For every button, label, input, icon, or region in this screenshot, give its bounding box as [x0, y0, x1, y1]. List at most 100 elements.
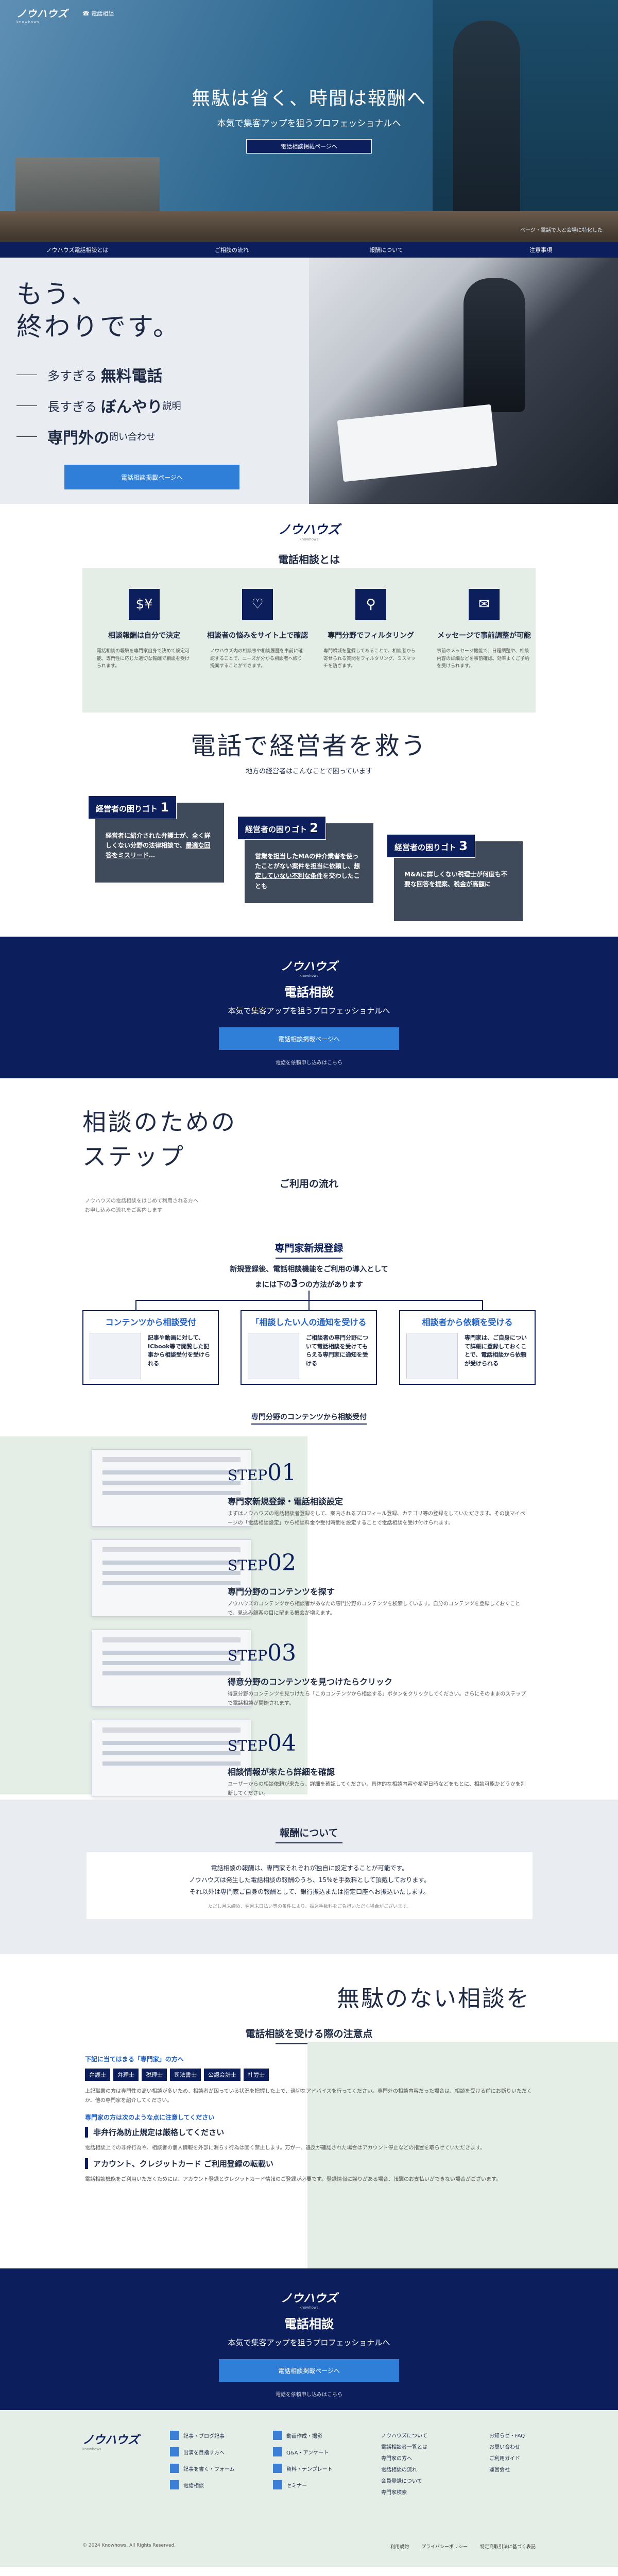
flow-intro-line1: ノウハウズの電話相談をはじめて利用される方へ	[85, 1198, 198, 1204]
footer-link[interactable]: 電話相談者一覧とは	[381, 2442, 427, 2453]
nav-item-caution[interactable]: 注意事項	[464, 242, 618, 258]
cta-section-2: ノウハウズ knowhows 電話相談 本気で集客アップを狙うプロフェッショナルへ…	[0, 2268, 618, 2410]
footer-category-link[interactable]: 記事を書く・フォーム	[170, 2464, 273, 2473]
no-more-item-1: 多すぎる 無料電話	[16, 363, 163, 386]
way-card-title: 「相談したい人の通知を受ける	[251, 1317, 367, 1327]
screenshot-row	[102, 1491, 241, 1495]
step-num: 03	[267, 1640, 297, 1666]
step-label: STEP	[228, 1647, 268, 1664]
category-label: セミナー	[286, 2483, 307, 2489]
no-more-item-3: 専門外の 問い合わせ	[16, 425, 156, 448]
way-card-text: ご相談者の専門分野について電話相談を受けてもらえる専門家に通知を受ける	[306, 1334, 368, 1367]
fee-section: 報酬について 電話相談の報酬は、専門家それぞれが独自に設定することが可能です。 …	[0, 1800, 618, 1954]
footer-link[interactable]: 電話相談の流れ	[381, 2465, 427, 2476]
caution-title: 無駄のない相談を	[337, 1986, 530, 2012]
footer-category-link[interactable]: 出演を目指す方へ	[170, 2447, 273, 2456]
cta-logo-sub: knowhows	[299, 974, 319, 978]
hero-cta-button[interactable]: 電話相談掲載ページへ	[246, 139, 372, 154]
footer-link[interactable]: 専門家の方へ	[381, 2453, 427, 2465]
cta-note-link[interactable]: 電話を依頼申し込みはこちら	[0, 2390, 618, 2398]
footer-category-link[interactable]: 動画作成・撮影	[273, 2431, 376, 2440]
fee-text-2: ノウハウズは発生した電話相談の報酬のうち、15%を手数料として頂戴しております。	[188, 1876, 431, 1884]
cta-button[interactable]: 電話相談掲載ページへ	[219, 2359, 399, 2382]
category-icon	[273, 2447, 282, 2456]
hero-tagline: 本気で集客アップを狙うプロフェッショナルへ	[217, 118, 401, 129]
caution-paragraph: 上記職業の方は専門性の高い相談が多いため、相談者が困っている状況を把握した上で、…	[85, 2089, 532, 2104]
no-more-section: もう、 終わりです。 多すぎる 無料電話 長すぎる ぼんやり 説明 専門外の 問い合わ…	[0, 258, 618, 504]
nav-item-about[interactable]: ノウハウズ電話相談とは	[0, 242, 154, 258]
footer-legal-link[interactable]: 特定商取引法に基づく表記	[480, 2543, 536, 2550]
no-more-item-em: 無料電話	[100, 367, 163, 385]
category-icon	[170, 2480, 179, 2489]
nav-item-flow[interactable]: ご相談の流れ	[154, 242, 309, 258]
footer-link[interactable]: お問い合わせ	[489, 2442, 525, 2453]
nav-item-fee[interactable]: 報酬について	[309, 242, 464, 258]
footer-category-link[interactable]: セミナー	[273, 2480, 376, 2489]
register-desc: 新規登録後、電話相談機能をご利用の導入として まには下の3つの方法があります	[0, 1264, 618, 1292]
footer-categories: 記事・ブログ記事 動画作成・撮影 出演を目指す方へ Q&A・アンケート 記事を書…	[170, 2431, 376, 2489]
no-more-title-line2: 終わりです。	[16, 311, 181, 342]
fee-box: 電話相談の報酬は、専門家それぞれが独自に設定することが可能です。 ノウハウズは発…	[87, 1852, 533, 1919]
about-card-title: 専門分野でフィルタリング	[328, 632, 414, 640]
about-card-check: ♡ 相談者の悩みをサイト上で確認 ノウハウズ内の相談事や相談履歴を事前に確認する…	[206, 568, 309, 707]
no-more-title-line1: もう、	[16, 279, 99, 309]
step-num: 01	[267, 1460, 297, 1486]
way-card-title: コンテンツから相談受付	[105, 1317, 196, 1327]
footer-link[interactable]: 運営会社	[489, 2465, 525, 2476]
pain-card-text: 経営者に紹介された弁護士が、全く詳しくない分野の法律相談で、最適な回答をミスリー…	[106, 831, 214, 861]
pain-subtitle: 地方の経営者はこんなことで困っています	[246, 768, 372, 775]
steps-title-line1: 相談のための	[82, 1108, 237, 1136]
footer-link[interactable]: 会員登録について	[381, 2476, 427, 2487]
screenshot-row	[102, 1481, 241, 1485]
step-desc: ユーザーからの相談依頼が来たら、詳細を確認してください。具体的な相談内容や希望日…	[228, 1782, 526, 1797]
footer-legal-link[interactable]: 利用規約	[390, 2543, 409, 2550]
footer-link[interactable]: ご利用ガイド	[489, 2453, 525, 2465]
pain-section: 電話で経営者を救う 地方の経営者はこんなことで困っています 経営者の困りゴト 1…	[0, 725, 618, 937]
businessman-phone-image	[309, 258, 618, 504]
caution-section: 無駄のない相談を 電話相談を受ける際の注意点 下記に当てはまる「専門家」の方へ …	[0, 1954, 618, 2268]
caution-label: 下記に当てはまる「専門家」の方へ	[85, 2056, 184, 2063]
screenshot-title	[102, 1727, 241, 1733]
footer-link[interactable]: ノウハウズについて	[381, 2431, 427, 2442]
step-number: STEP04	[228, 1730, 296, 1756]
cta-logo: ノウハウズ knowhows	[0, 2268, 618, 2310]
pain-title: 電話で経営者を救う	[191, 732, 427, 760]
hero-title: 無駄は省く、時間は報酬へ	[191, 88, 426, 109]
way-card-notify: 「相談したい人の通知を受ける ご相談者の専門分野について電話相談を受けてもらえる…	[241, 1310, 377, 1385]
footer-category-link[interactable]: 資料・テンプレート	[273, 2464, 376, 2473]
cta-title: 電話相談	[284, 985, 334, 999]
cta-button[interactable]: 電話相談掲載ページへ	[219, 1027, 399, 1050]
category-label: 電話相談	[183, 2483, 204, 2489]
screenshot-row	[102, 1761, 241, 1766]
category-label: 出演を目指す方へ	[183, 2450, 225, 2456]
content-route-title: 専門分野のコンテンツから相談受付	[0, 1412, 618, 1425]
step-label: STEP	[228, 1467, 268, 1484]
register-desc-post: つの方法があります	[298, 1281, 363, 1290]
caution-label: 専門家の方は次のような点に注意してください	[85, 2114, 215, 2121]
category-label: 資料・テンプレート	[286, 2466, 333, 2472]
footer-logo-sub: knowhows	[82, 2447, 101, 2451]
cta-note-link[interactable]: 電話を依頼申し込みはこちら	[0, 1058, 618, 1066]
flow-connector	[308, 1291, 310, 1301]
footer-logo[interactable]: ノウハウズ knowhows	[82, 2431, 139, 2451]
filter-icon: ⚲	[355, 589, 386, 620]
footer-link[interactable]: 専門家検索	[381, 2487, 427, 2499]
site-logo[interactable]: ノウハウズ knowhows	[16, 6, 68, 24]
about-card-message: ✉ メッセージで事前調整が可能 事前のメッセージ機能で、日程調整や、相談内容の詳…	[433, 568, 536, 707]
register-title: 専門家新規登録	[0, 1241, 618, 1259]
footer-link[interactable]: お知らせ・FAQ	[489, 2431, 525, 2442]
pain-card-text-em: 税金が高額	[454, 880, 485, 888]
category-icon	[273, 2464, 282, 2473]
no-more-cta-button[interactable]: 電話相談掲載ページへ	[64, 465, 239, 489]
footer-category-link[interactable]: 記事・ブログ記事	[170, 2431, 273, 2440]
category-label: 動画作成・撮影	[286, 2433, 322, 2439]
footer-category-link[interactable]: 電話相談	[170, 2480, 273, 2489]
message-icon: ✉	[469, 589, 500, 620]
way-card-text: 記事や動画に対して、ICbook等で閲覧した記事から相談受付を受けられる	[148, 1334, 210, 1367]
footer-legal-link[interactable]: プライバシーポリシー	[421, 2543, 468, 2550]
pain-card-heading: 経営者の困りゴト 3	[387, 834, 475, 858]
category-label: 記事・ブログ記事	[183, 2433, 225, 2439]
businessman-figure	[464, 278, 525, 412]
no-more-item-post: 問い合わせ	[109, 432, 156, 443]
footer-category-link[interactable]: Q&A・アンケート	[273, 2447, 376, 2456]
